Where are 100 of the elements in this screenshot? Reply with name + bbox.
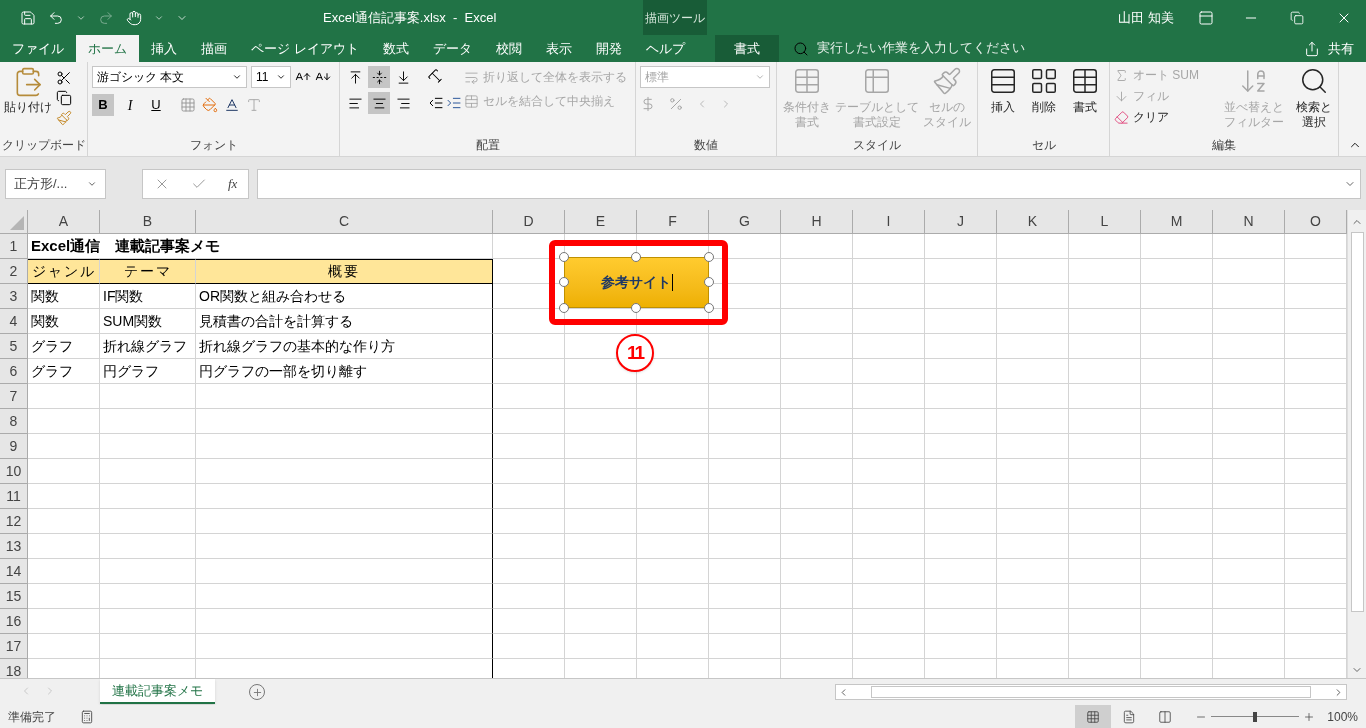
row-header[interactable]: 12 <box>0 509 28 534</box>
vertical-scrollbar[interactable] <box>1347 210 1366 678</box>
column-header[interactable]: C <box>196 210 493 234</box>
column-header[interactable]: A <box>28 210 100 234</box>
horizontal-scrollbar[interactable] <box>835 684 1347 700</box>
bold-button[interactable]: B <box>92 94 114 116</box>
ribbon-tab[interactable]: 校閲 <box>483 35 534 62</box>
table-cell: 見積書の合計を計算する <box>196 309 493 334</box>
increase-indent-icon[interactable] <box>446 95 462 111</box>
macro-record-icon[interactable] <box>80 709 94 724</box>
insert-function-button[interactable]: fx <box>228 174 238 194</box>
scrollbar-thumb[interactable] <box>1350 232 1364 612</box>
column-header[interactable]: L <box>1069 210 1141 234</box>
font-name-field[interactable]: 游ゴシック 本文 <box>92 66 247 88</box>
row-header[interactable]: 15 <box>0 584 28 609</box>
column-header[interactable]: B <box>100 210 196 234</box>
row-header[interactable]: 1 <box>0 234 28 259</box>
selection-handle[interactable] <box>704 277 714 287</box>
ribbon-tab[interactable]: データ <box>420 35 484 62</box>
percent-icon[interactable] <box>668 96 684 112</box>
ribbon-tab[interactable]: 挿入 <box>139 35 189 62</box>
column-header[interactable]: K <box>997 210 1069 234</box>
font-size-field[interactable]: 11 <box>251 66 291 88</box>
ribbon-button[interactable]: 削除 <box>1026 66 1061 115</box>
ribbon-tab[interactable]: 書式 <box>714 35 779 62</box>
name-box[interactable]: 正方形/... <box>5 169 106 199</box>
column-header[interactable]: E <box>565 210 637 234</box>
selection-handle[interactable] <box>631 252 641 262</box>
row-header[interactable]: 2 <box>0 259 28 284</box>
selection-handle[interactable] <box>559 303 569 313</box>
underline-button[interactable]: U <box>146 94 166 116</box>
column-header[interactable]: M <box>1141 210 1213 234</box>
table-cell: 折れ線グラフ <box>100 334 196 359</box>
row-header[interactable]: 7 <box>0 384 28 409</box>
paste-button[interactable]: 貼り付け <box>4 66 52 126</box>
row-header[interactable]: 9 <box>0 434 28 459</box>
selection-handle[interactable] <box>559 277 569 287</box>
ribbon-button[interactable]: クリア <box>1114 108 1214 126</box>
column-header[interactable]: I <box>853 210 925 234</box>
column-header[interactable]: N <box>1213 210 1285 234</box>
restore-icon[interactable] <box>1290 10 1304 25</box>
ribbon-tab[interactable]: 開発 <box>583 35 634 62</box>
ribbon-button[interactable]: 挿入 <box>985 66 1020 115</box>
ribbon-tab[interactable]: 表示 <box>533 35 584 62</box>
share-icon <box>1304 40 1320 57</box>
save-icon[interactable] <box>20 9 36 26</box>
vertical-align-button[interactable] <box>368 66 390 88</box>
horizontal-align-button[interactable] <box>368 92 390 114</box>
decrease-indent-icon[interactable] <box>428 95 444 111</box>
row-header[interactable]: 18 <box>0 659 28 678</box>
undo-icon[interactable] <box>48 9 64 26</box>
borders-icon[interactable] <box>180 97 196 113</box>
share-button[interactable]: 共有 <box>1328 38 1354 59</box>
row-header[interactable]: 16 <box>0 609 28 634</box>
zoom-thumb[interactable] <box>1253 711 1258 722</box>
shape-button[interactable]: 参考サイト <box>564 257 709 308</box>
ribbon-tab[interactable]: 描画 <box>189 35 239 62</box>
column-header[interactable]: J <box>925 210 997 234</box>
italic-button[interactable]: I <box>120 94 140 116</box>
view-button[interactable] <box>1075 705 1112 728</box>
zoom-slider[interactable] <box>1211 711 1300 722</box>
zoom-in-icon[interactable] <box>1303 710 1316 723</box>
column-header[interactable]: G <box>709 210 781 234</box>
row-header[interactable]: 11 <box>0 484 28 509</box>
ribbon-tab[interactable]: 数式 <box>370 35 421 62</box>
ribbon-button[interactable]: 検索と 選択 <box>1294 66 1334 130</box>
sheet-tab[interactable]: 連載記事案メモ <box>100 679 215 704</box>
touch-icon[interactable] <box>126 9 142 26</box>
ribbon-tab[interactable]: ページ レイアウト <box>239 35 371 62</box>
row-header[interactable]: 4 <box>0 309 28 334</box>
selection-handle[interactable] <box>631 303 641 313</box>
column-header[interactable]: D <box>493 210 565 234</box>
row-header[interactable]: 5 <box>0 334 28 359</box>
column-header[interactable]: H <box>781 210 853 234</box>
scrollbar-thumb[interactable] <box>871 686 1311 698</box>
ribbon-tab[interactable]: ホーム <box>76 35 139 62</box>
tell-me-field[interactable]: 実行したい作業を入力してください <box>816 39 1025 58</box>
fill-color-icon[interactable] <box>202 97 218 113</box>
column-header[interactable]: F <box>637 210 709 234</box>
row-header[interactable]: 10 <box>0 459 28 484</box>
copy-icon[interactable] <box>56 90 72 106</box>
formula-field[interactable] <box>257 169 1361 199</box>
row-header[interactable]: 6 <box>0 359 28 384</box>
zoom-level[interactable]: 100% <box>1315 707 1366 726</box>
ribbon-tab[interactable]: ファイル <box>0 35 76 62</box>
selection-handle[interactable] <box>559 252 569 262</box>
grid-cell <box>1069 384 1141 409</box>
ribbon-tab[interactable]: ヘルプ <box>633 35 697 62</box>
currency-icon[interactable] <box>640 96 656 112</box>
ribbon-button[interactable]: 書式 <box>1067 66 1102 115</box>
selection-handle[interactable] <box>704 252 714 262</box>
row-header[interactable]: 17 <box>0 634 28 659</box>
selection-handle[interactable] <box>704 303 714 313</box>
row-header[interactable]: 14 <box>0 559 28 584</box>
row-header[interactable]: 13 <box>0 534 28 559</box>
font-color-icon[interactable] <box>224 97 240 113</box>
ribbon-display-icon[interactable] <box>1198 9 1214 26</box>
cut-icon[interactable] <box>56 70 72 86</box>
row-header[interactable]: 3 <box>0 284 28 309</box>
row-header[interactable]: 8 <box>0 409 28 434</box>
